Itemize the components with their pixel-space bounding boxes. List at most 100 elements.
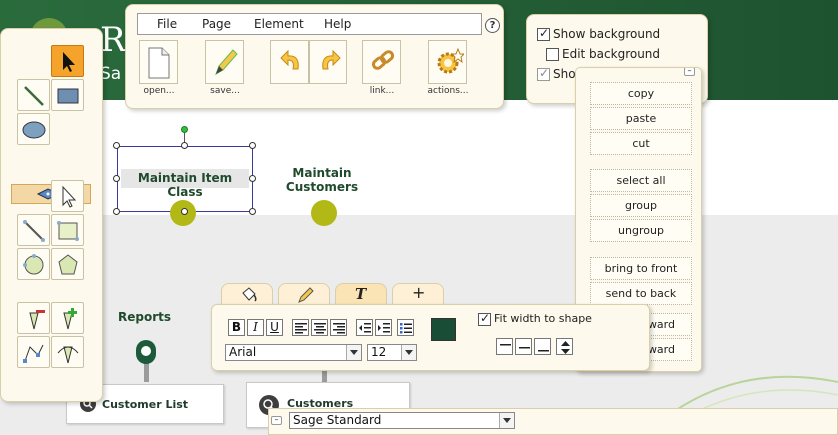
ctx-send-to-back[interactable]: send to back xyxy=(590,282,692,305)
style-value: Sage Standard xyxy=(293,413,382,427)
italic-button[interactable]: I xyxy=(247,319,264,336)
chevron-down-icon[interactable] xyxy=(499,413,514,428)
document-icon xyxy=(148,47,170,79)
bullet-list-button[interactable] xyxy=(397,319,414,336)
outdent-icon xyxy=(359,323,371,333)
line-icon xyxy=(24,86,44,106)
ctx-ungroup[interactable]: ungroup xyxy=(590,219,692,242)
tab-text[interactable]: T xyxy=(335,283,387,305)
indent-button[interactable] xyxy=(375,319,392,336)
undo-button[interactable] xyxy=(270,40,309,84)
banner-letter: R xyxy=(100,20,126,60)
connector-dot[interactable] xyxy=(311,200,337,226)
tool-polygon[interactable] xyxy=(51,248,84,280)
tool-convert-point[interactable] xyxy=(17,336,50,368)
text-tab-glyph: T xyxy=(355,285,367,303)
reports-pin-dot xyxy=(141,346,151,356)
resize-handle-e[interactable] xyxy=(249,175,256,182)
ctx-group[interactable]: group xyxy=(590,194,692,217)
menu-element[interactable]: Element xyxy=(254,17,304,31)
show-option-checkbox[interactable] xyxy=(537,66,550,81)
stepper-arrows-icon xyxy=(561,341,570,354)
actions-button[interactable] xyxy=(428,40,467,84)
minimize-icon[interactable]: – xyxy=(271,416,282,425)
line-points-icon xyxy=(23,220,45,242)
ctx-paste[interactable]: paste xyxy=(590,107,692,130)
tool-ellipse[interactable] xyxy=(17,113,50,145)
chevron-down-icon[interactable] xyxy=(346,345,361,360)
polygon-icon xyxy=(58,254,78,275)
tool-ellipse-points[interactable] xyxy=(17,248,50,280)
ctx-select-all[interactable]: select all xyxy=(590,169,692,192)
open-button[interactable] xyxy=(139,40,178,84)
actions-label: actions... xyxy=(427,86,469,96)
link-label: link... xyxy=(369,86,395,96)
outdent-button[interactable] xyxy=(356,319,373,336)
show-background-checkbox[interactable] xyxy=(537,26,550,41)
align-right-icon xyxy=(333,323,345,334)
rotation-handle[interactable] xyxy=(181,126,188,133)
font-size-value: 12 xyxy=(371,345,387,359)
font-family-select[interactable]: Arial xyxy=(225,344,362,361)
minimize-icon[interactable]: – xyxy=(684,68,695,76)
rectangle-points-icon xyxy=(57,221,79,241)
help-icon[interactable]: ? xyxy=(485,18,500,33)
tool-remove-point[interactable] xyxy=(17,302,50,334)
text-color-swatch[interactable] xyxy=(431,318,456,341)
align-center-button[interactable] xyxy=(311,319,328,336)
plus-icon: + xyxy=(412,283,426,302)
align-right-button[interactable] xyxy=(330,319,347,336)
edit-background-checkbox[interactable] xyxy=(546,48,559,61)
bold-button[interactable]: B xyxy=(228,319,245,336)
ctx-copy[interactable]: copy xyxy=(590,82,692,105)
chevron-down-icon[interactable] xyxy=(401,345,416,360)
align-left-button[interactable] xyxy=(292,319,309,336)
link-button[interactable] xyxy=(362,40,401,84)
tool-select-arrow[interactable] xyxy=(51,45,84,77)
menu-page[interactable]: Page xyxy=(202,17,231,31)
indent-icon xyxy=(378,323,390,333)
valign-stepper[interactable] xyxy=(556,338,573,355)
tool-rect-points[interactable] xyxy=(51,214,84,246)
open-label: open... xyxy=(143,86,175,96)
tool-curve-point[interactable] xyxy=(51,336,84,368)
font-size-select[interactable]: 12 xyxy=(367,344,417,361)
tool-rectangle[interactable] xyxy=(51,79,84,111)
pointer-icon xyxy=(63,52,75,72)
style-select[interactable]: Sage Standard xyxy=(289,412,515,429)
ellipse-icon xyxy=(22,121,46,139)
resize-handle-n[interactable] xyxy=(181,142,188,149)
valign-middle-button[interactable] xyxy=(515,338,532,355)
pencil-icon xyxy=(298,287,314,303)
menu-help[interactable]: Help xyxy=(324,17,351,31)
valign-bottom-button[interactable] xyxy=(534,338,551,355)
menu-file[interactable]: File xyxy=(157,17,177,31)
resize-handle-ne[interactable] xyxy=(249,142,256,149)
underline-button[interactable]: U xyxy=(266,319,283,336)
fit-width-checkbox[interactable] xyxy=(478,311,491,326)
menu-bar: File Page Element Help xyxy=(137,13,482,35)
font-family-value: Arial xyxy=(229,345,257,359)
valign-top-button[interactable] xyxy=(496,338,513,355)
tab-fill[interactable] xyxy=(221,283,273,305)
tab-add[interactable]: + xyxy=(392,283,444,305)
redo-icon xyxy=(322,49,341,70)
tool-palette xyxy=(0,28,103,402)
tool-line[interactable] xyxy=(17,79,50,111)
resize-handle-w[interactable] xyxy=(113,175,120,182)
tool-add-point[interactable] xyxy=(51,302,84,334)
redo-button[interactable] xyxy=(309,40,347,84)
tool-bezier-line[interactable] xyxy=(17,214,50,246)
ctx-bring-to-front[interactable]: bring to front xyxy=(590,257,692,280)
resize-handle-nw[interactable] xyxy=(113,142,120,149)
shape-maintain-customers[interactable]: Maintain Customers xyxy=(282,166,362,194)
ctx-cut[interactable]: cut xyxy=(590,132,692,155)
resize-handle-se[interactable] xyxy=(249,208,256,215)
shape-reports[interactable]: Reports xyxy=(118,310,171,324)
tab-stroke[interactable] xyxy=(278,283,330,305)
resize-handle-sw[interactable] xyxy=(113,208,120,215)
save-button[interactable] xyxy=(205,40,244,84)
resize-handle-s[interactable] xyxy=(181,208,188,215)
tool-direct-select[interactable] xyxy=(51,180,84,212)
pencil-icon xyxy=(215,49,238,76)
